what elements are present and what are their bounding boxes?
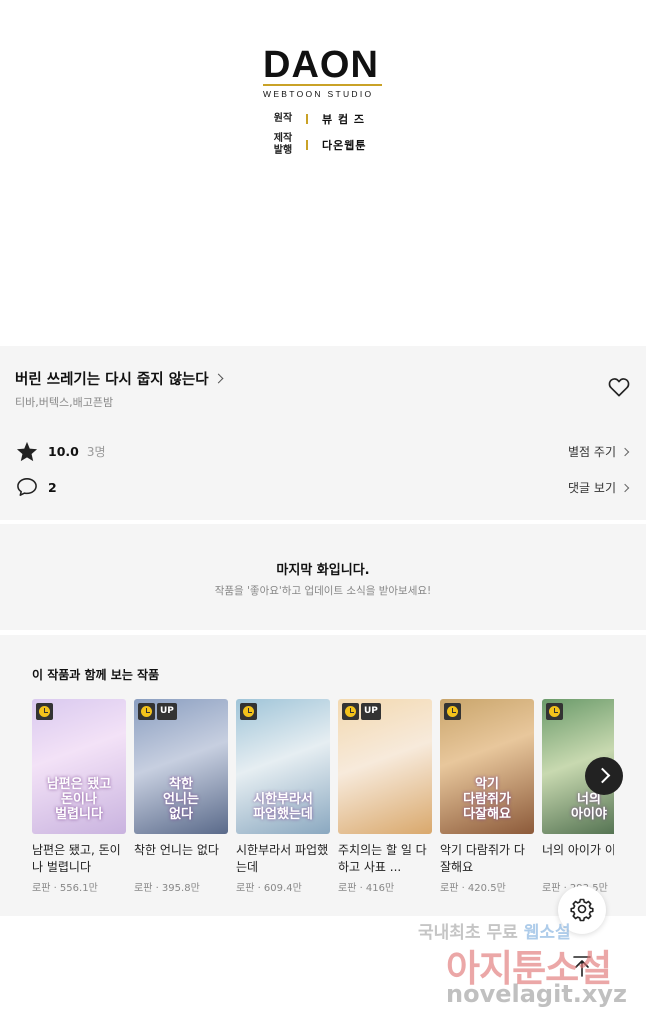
comment-icon bbox=[17, 478, 37, 496]
clock-icon bbox=[444, 703, 461, 720]
clock-icon bbox=[342, 703, 359, 720]
badges bbox=[240, 703, 257, 720]
cover-title-art: 악기 다람쥐가 다잘해요 bbox=[463, 777, 511, 822]
chevron-right-icon bbox=[620, 483, 630, 492]
last-episode-title: 마지막 화입니다. bbox=[276, 563, 370, 578]
card-meta: 로판 · 416만 bbox=[338, 883, 395, 894]
card-meta: 로판 · 395.8만 bbox=[134, 883, 200, 894]
badges bbox=[36, 703, 53, 720]
chevron-right-icon bbox=[213, 373, 224, 384]
cover-title-art: 착한 언니는 없다 bbox=[163, 777, 199, 822]
clock-icon bbox=[138, 703, 155, 720]
recommendation-heading: 이 작품과 함께 보는 작품 bbox=[32, 668, 160, 682]
recommendation-card[interactable]: UP 주치의는 할 일 다 하고 사표 ... 로판 · 416만 bbox=[338, 699, 432, 894]
cover-title-art: 시한부라서 파업했는데 bbox=[253, 792, 313, 822]
credit-label: 제작 발행 bbox=[273, 133, 293, 156]
card-title: 남편은 됐고, 돈이나 벌렵니다 bbox=[32, 843, 121, 874]
cover-thumbnail: 시한부라서 파업했는데 bbox=[236, 699, 330, 834]
work-title-link[interactable]: 버린 쓰레기는 다시 줍지 않는다 bbox=[15, 368, 224, 389]
work-info-section: 버린 쓰레기는 다시 줍지 않는다 티바,버텍스,배고픈밤 10.0 3명 별점… bbox=[0, 346, 646, 520]
credit-separator bbox=[306, 114, 308, 124]
daon-logo: DAON WEBTOON STUDIO bbox=[263, 44, 383, 99]
badges bbox=[444, 703, 461, 720]
work-tags: 티바,버텍스,배고픈밤 bbox=[15, 396, 114, 409]
recommendation-card[interactable]: 너의 아이야너의 아이가 이야로판 · 293.5만 bbox=[542, 699, 614, 894]
logo-sub-text: WEBTOON STUDIO bbox=[263, 89, 374, 99]
credit-label: 원작 bbox=[273, 113, 293, 124]
card-meta: 로판 · 609.4만 bbox=[236, 883, 302, 894]
recommendation-card[interactable]: 시한부라서 파업했는데 시한부라서 파업했는데 로판 · 609.4만 bbox=[236, 699, 330, 894]
last-episode-subtitle: 작품을 '좋아요'하고 업데이트 소식을 받아보세요! bbox=[214, 585, 432, 597]
card-title: 시한부라서 파업했는데 bbox=[236, 843, 329, 874]
badges bbox=[546, 703, 563, 720]
card-meta: 로판 · 420.5만 bbox=[440, 883, 506, 894]
rating-count: 3명 bbox=[86, 445, 106, 459]
comments-label: 댓글 보기 bbox=[568, 481, 616, 495]
work-title: 버린 쓰레기는 다시 줍지 않는다 bbox=[15, 372, 209, 388]
credit-section: DAON WEBTOON STUDIO 원작 뷰 컴 즈 제작 발행 다온웹툰 bbox=[0, 0, 646, 346]
rate-label: 별점 주기 bbox=[568, 445, 616, 459]
recommendation-card[interactable]: 악기 다람쥐가 다잘해요악기 다람쥐가 다 잘해요로판 · 420.5만 bbox=[440, 699, 534, 894]
rating-row: 10.0 3명 bbox=[16, 441, 106, 462]
view-comments-button[interactable]: 댓글 보기 bbox=[568, 479, 630, 496]
card-title: 착한 언니는 없다 bbox=[134, 843, 219, 857]
rate-button[interactable]: 별점 주기 bbox=[568, 443, 630, 460]
card-title: 악기 다람쥐가 다 잘해요 bbox=[440, 843, 525, 874]
clock-icon bbox=[36, 703, 53, 720]
card-meta: 로판 · 556.1만 bbox=[32, 883, 98, 894]
cover-thumbnail: UP 착한 언니는 없다 bbox=[134, 699, 228, 834]
cover-thumbnail: 남편은 됐고 돈이나 벌렵니다 bbox=[32, 699, 126, 834]
logo-main-text: DAON bbox=[263, 44, 379, 86]
badges: UP bbox=[342, 703, 381, 720]
credit-value: 다온웹툰 bbox=[322, 139, 367, 152]
clock-icon bbox=[546, 703, 563, 720]
comment-count: 2 bbox=[48, 479, 57, 495]
chevron-right-icon bbox=[620, 447, 630, 456]
badges: UP bbox=[138, 703, 177, 720]
up-badge: UP bbox=[361, 703, 381, 720]
up-badge: UP bbox=[157, 703, 177, 720]
clock-icon bbox=[240, 703, 257, 720]
credit-row-production: 제작 발행 다온웹툰 bbox=[266, 133, 366, 157]
cover-thumbnail: 악기 다람쥐가 다잘해요 bbox=[440, 699, 534, 834]
card-title: 주치의는 할 일 다 하고 사표 ... bbox=[338, 843, 427, 874]
carousel-next-button[interactable] bbox=[585, 757, 623, 795]
card-title: 너의 아이가 이야 bbox=[542, 843, 614, 857]
credit-separator bbox=[306, 140, 308, 150]
rating-value: 10.0 bbox=[48, 444, 79, 459]
cover-title-art: 너의 아이야 bbox=[571, 792, 607, 822]
watermark-line3: novelagit.xyz bbox=[446, 980, 628, 1008]
gear-icon bbox=[570, 898, 594, 922]
last-episode-section: 마지막 화입니다. 작품을 '좋아요'하고 업데이트 소식을 받아보세요! bbox=[0, 524, 646, 630]
comment-row: 2 bbox=[16, 477, 57, 497]
cover-thumbnail: UP bbox=[338, 699, 432, 834]
recommendation-card[interactable]: UP 착한 언니는 없다 착한 언니는 없다 로판 · 395.8만 bbox=[134, 699, 228, 894]
star-icon bbox=[16, 441, 38, 462]
credit-row-original: 원작 뷰 컴 즈 bbox=[266, 111, 365, 127]
recommendation-carousel[interactable]: 남편은 됐고 돈이나 벌렵니다남편은 됐고, 돈이나 벌렵니다로판 · 556.… bbox=[32, 699, 614, 909]
recommendation-section: 이 작품과 함께 보는 작품 남편은 됐고 돈이나 벌렵니다남편은 됐고, 돈이… bbox=[0, 635, 646, 916]
recommendation-card[interactable]: 남편은 됐고 돈이나 벌렵니다남편은 됐고, 돈이나 벌렵니다로판 · 556.… bbox=[32, 699, 126, 894]
credit-value: 뷰 컴 즈 bbox=[322, 113, 366, 126]
cover-title-art: 남편은 됐고 돈이나 벌렵니다 bbox=[46, 777, 112, 822]
heart-icon[interactable] bbox=[608, 377, 630, 397]
